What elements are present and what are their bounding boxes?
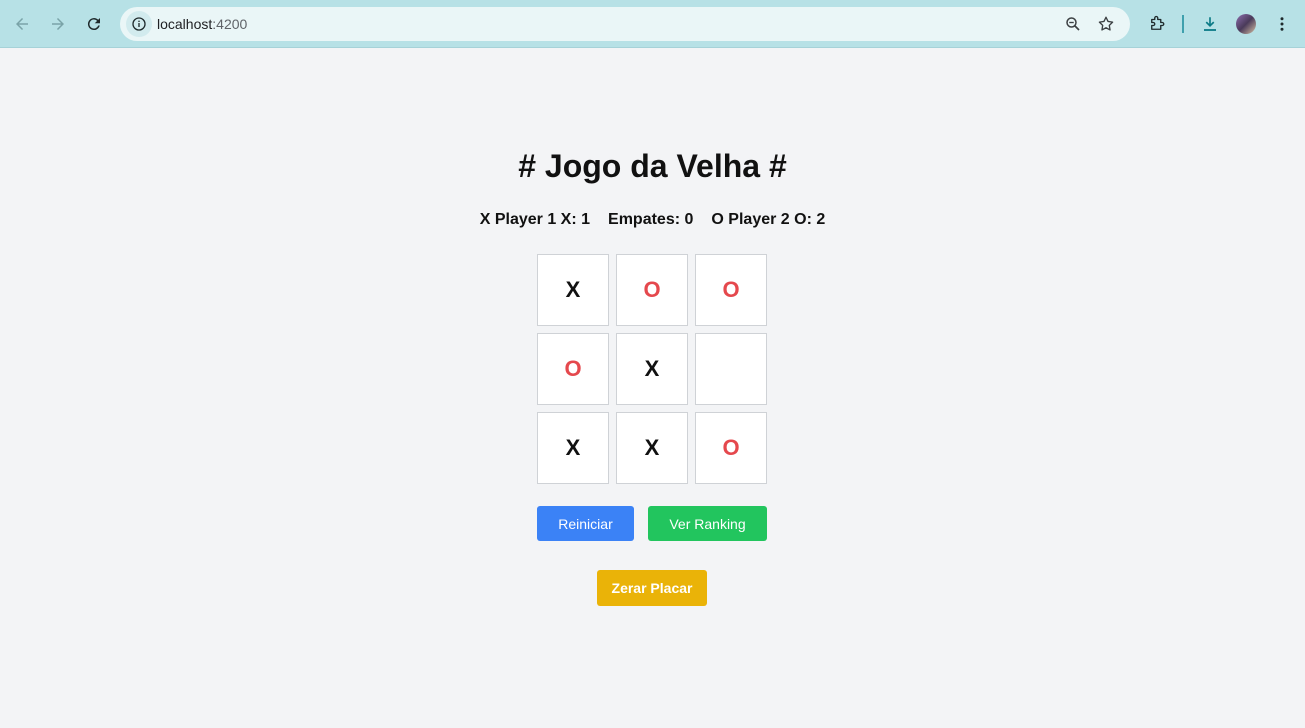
board-cell[interactable]: O [695,254,767,326]
url-port: :4200 [212,16,248,32]
score-draws: Empates: 0 [608,211,694,228]
reload-icon[interactable] [80,10,108,38]
game-board: X O O O X X X O [537,254,767,484]
more-menu-icon[interactable] [1268,10,1296,38]
board-cell[interactable]: X [537,412,609,484]
board-cell[interactable]: X [616,333,688,405]
url-host: localhost [157,16,213,32]
reset-score-button[interactable]: Zerar Placar [597,570,707,606]
ranking-button[interactable]: Ver Ranking [648,506,767,541]
site-info-icon[interactable] [126,11,152,37]
back-arrow-icon[interactable] [8,10,36,38]
profile-avatar[interactable] [1236,14,1256,34]
bookmark-star-icon[interactable] [1096,14,1116,34]
score-player1: X Player 1 X: 1 [479,211,591,228]
forward-arrow-icon[interactable] [44,10,72,38]
page-title: # Jogo da Velha # [518,148,787,184]
url-text: localhost:4200 [157,16,247,32]
board-cell[interactable]: O [695,412,767,484]
board-cell[interactable] [695,333,767,405]
zoom-icon[interactable] [1063,14,1083,34]
board-cell[interactable]: O [616,254,688,326]
extensions-puzzle-icon[interactable] [1143,10,1171,38]
scoreboard: X Player 1 X: 1 Empates: 0 O Player 2 O:… [0,211,1305,229]
download-icon[interactable] [1196,10,1224,38]
address-bar[interactable]: localhost:4200 [120,7,1130,41]
browser-toolbar: localhost:4200 [0,0,1305,48]
board-cell[interactable]: O [537,333,609,405]
toolbar-divider [1182,15,1184,33]
restart-button[interactable]: Reiniciar [537,506,634,541]
score-player2: O Player 2 O: 2 [711,211,826,228]
board-cell[interactable]: X [616,412,688,484]
board-cell[interactable]: X [537,254,609,326]
